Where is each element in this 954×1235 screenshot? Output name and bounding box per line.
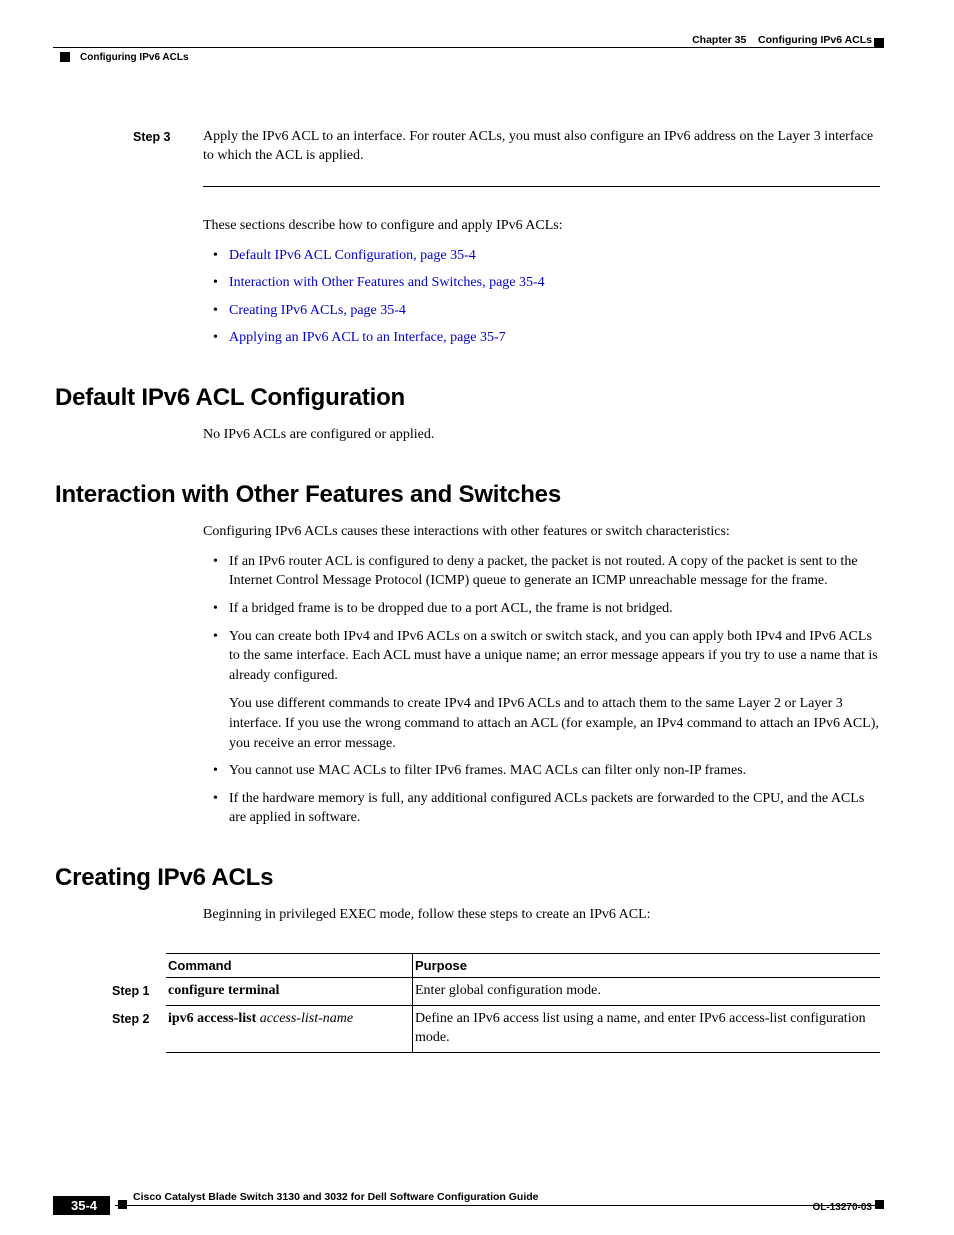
bullet-text: If a bridged frame is to be dropped due … <box>229 601 673 616</box>
cross-ref-link[interactable]: Applying an IPv6 ACL to an Interface, pa… <box>229 330 506 345</box>
table-row: Step 2 ipv6 access-list access-list-name… <box>110 1005 880 1052</box>
command-cell: configure terminal <box>166 977 413 1005</box>
bullet-text: If the hardware memory is full, any addi… <box>229 791 864 826</box>
document-id: OL-13270-03 <box>813 1202 872 1213</box>
cross-ref-link[interactable]: Default IPv6 ACL Configuration, page 35-… <box>229 248 476 263</box>
intro-paragraph: These sections describe how to configure… <box>203 217 880 236</box>
footer-guide-title: Cisco Catalyst Blade Switch 3130 and 303… <box>133 1191 539 1203</box>
step-header-spacer <box>110 953 166 977</box>
feature-bullet-list: If an IPv6 router ACL is configured to d… <box>203 552 880 828</box>
command-table: Command Purpose Step 1 configure termina… <box>110 953 880 1053</box>
section-heading: Interaction with Other Features and Swit… <box>55 481 880 509</box>
list-item: Creating IPv6 ACLs, page 35-4 <box>203 301 880 321</box>
command-keyword: configure terminal <box>168 983 279 998</box>
section-heading: Creating IPv6 ACLs <box>55 864 880 892</box>
step-cell: Step 2 <box>110 1005 166 1052</box>
list-item: You can create both IPv4 and IPv6 ACLs o… <box>203 627 880 754</box>
table-header-row: Command Purpose <box>110 953 880 977</box>
list-item: If a bridged frame is to be dropped due … <box>203 599 880 619</box>
bullet-subtext: You use different commands to create IPv… <box>229 694 880 753</box>
command-cell: ipv6 access-list access-list-name <box>166 1005 413 1052</box>
command-table-wrap: Command Purpose Step 1 configure termina… <box>110 953 880 1053</box>
header-square-icon <box>60 52 70 62</box>
footer-square-icon <box>875 1200 884 1209</box>
command-arg: access-list-name <box>256 1011 353 1026</box>
footer-square-icon <box>118 1200 127 1209</box>
footer-rule <box>115 1205 880 1206</box>
section-intro: Beginning in privileged EXEC mode, follo… <box>203 906 880 925</box>
chapter-title: Configuring IPv6 ACLs <box>758 34 872 46</box>
bullet-text: You can create both IPv4 and IPv6 ACLs o… <box>229 629 878 683</box>
bullet-text: You cannot use MAC ACLs to filter IPv6 f… <box>229 763 746 778</box>
step-block: Step 3 Apply the IPv6 ACL to an interfac… <box>55 128 880 166</box>
header-breadcrumb: Configuring IPv6 ACLs <box>80 52 189 63</box>
command-keyword: ipv6 access-list <box>168 1011 256 1026</box>
list-item: If the hardware memory is full, any addi… <box>203 789 880 828</box>
section-divider <box>203 186 880 187</box>
command-header: Command <box>166 953 413 977</box>
header-square-icon <box>874 38 884 48</box>
step-text: Apply the IPv6 ACL to an interface. For … <box>203 128 880 166</box>
bullet-text: If an IPv6 router ACL is configured to d… <box>229 554 858 589</box>
section-intro: Configuring IPv6 ACLs causes these inter… <box>203 523 880 542</box>
page-header: Configuring IPv6 ACLs Chapter 35 Configu… <box>0 0 954 68</box>
cross-ref-link[interactable]: Interaction with Other Features and Swit… <box>229 275 545 290</box>
purpose-cell: Define an IPv6 access list using a name,… <box>413 1005 881 1052</box>
list-item: Default IPv6 ACL Configuration, page 35-… <box>203 246 880 266</box>
table-row: Step 1 configure terminal Enter global c… <box>110 977 880 1005</box>
list-item: If an IPv6 router ACL is configured to d… <box>203 552 880 591</box>
list-item: Applying an IPv6 ACL to an Interface, pa… <box>203 328 880 348</box>
step-label: Step 3 <box>55 128 203 166</box>
page-content: Step 3 Apply the IPv6 ACL to an interfac… <box>0 68 954 1053</box>
section-body: No IPv6 ACLs are configured or applied. <box>203 426 880 445</box>
chapter-label: Chapter 35 <box>692 34 746 46</box>
page-number-box: 35-4 <box>53 1196 110 1215</box>
cross-ref-link[interactable]: Creating IPv6 ACLs, page 35-4 <box>229 303 406 318</box>
list-item: Interaction with Other Features and Swit… <box>203 273 880 293</box>
header-rule <box>53 47 880 48</box>
section-heading: Default IPv6 ACL Configuration <box>55 384 880 412</box>
purpose-header: Purpose <box>413 953 881 977</box>
purpose-cell: Enter global configuration mode. <box>413 977 881 1005</box>
intro-link-list: Default IPv6 ACL Configuration, page 35-… <box>203 246 880 348</box>
list-item: You cannot use MAC ACLs to filter IPv6 f… <box>203 761 880 781</box>
header-chapter: Chapter 35 Configuring IPv6 ACLs <box>692 34 872 46</box>
step-cell: Step 1 <box>110 977 166 1005</box>
